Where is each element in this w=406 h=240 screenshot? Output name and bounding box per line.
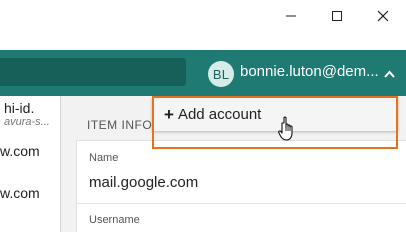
close-button[interactable] [360, 0, 406, 32]
user-email[interactable]: bonnie.luton@dem... [240, 63, 378, 80]
field-divider [76, 203, 406, 204]
close-icon [377, 10, 389, 22]
username-label: Username [89, 214, 140, 226]
list-item-title: w.com [0, 143, 40, 159]
minimize-icon [286, 15, 296, 17]
item-info-card: Name mail.google.com Username [76, 140, 406, 232]
account-dropdown: + Add account [152, 97, 398, 131]
list-item-title: hi-id. [4, 100, 35, 116]
maximize-button[interactable] [314, 0, 360, 32]
list-item-subtitle: avura-s... [4, 116, 50, 128]
search-input[interactable] [0, 58, 186, 86]
hand-cursor-icon [278, 116, 293, 141]
add-account-label: Add account [177, 105, 262, 123]
list-item[interactable]: w.com [0, 143, 60, 159]
chevron-up-icon[interactable] [384, 70, 395, 78]
list-item-title: w.com [0, 185, 40, 201]
window-titlebar [0, 0, 406, 36]
avatar[interactable]: BL [208, 61, 234, 87]
list-item[interactable]: w.com [0, 185, 60, 201]
section-label: ITEM INFO [87, 118, 153, 132]
name-value[interactable]: mail.google.com [89, 174, 198, 191]
item-list: hi-id. avura-s... w.com w.com [0, 96, 60, 232]
list-item[interactable]: hi-id. avura-s... [0, 100, 60, 128]
name-label: Name [89, 152, 119, 164]
plus-icon: + [164, 104, 174, 124]
minimize-button[interactable] [268, 0, 314, 32]
maximize-icon [332, 11, 342, 21]
add-account-button[interactable]: + Add account [152, 97, 398, 131]
